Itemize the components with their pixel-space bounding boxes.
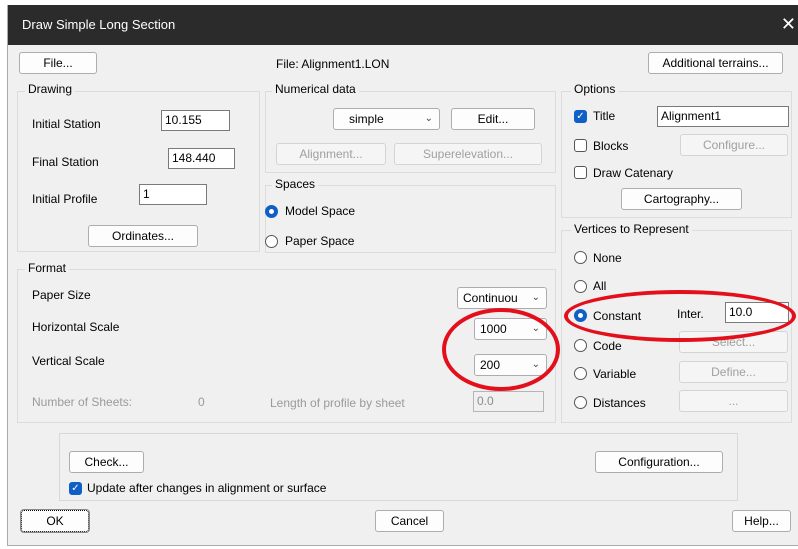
ordinates-button[interactable]: Ordinates...	[88, 225, 198, 247]
alignment-button[interactable]: Alignment...	[276, 143, 386, 165]
chevron-down-icon: ⌄	[424, 113, 433, 124]
initial-station-input[interactable]: 10.155	[161, 110, 230, 131]
update-check-label[interactable]: Update after changes in alignment or sur…	[87, 481, 326, 495]
paper-size-label: Paper Size	[32, 288, 91, 302]
initial-profile-input[interactable]: 1	[139, 184, 207, 205]
dialog: Draw Simple Long Section ✕ File... File:…	[7, 5, 798, 546]
code-radio[interactable]	[574, 339, 587, 352]
paper-space-radio[interactable]	[265, 235, 278, 248]
code-label[interactable]: Code	[593, 339, 622, 353]
variable-label[interactable]: Variable	[593, 367, 636, 381]
numerical-data-title: Numerical data	[272, 82, 359, 96]
variable-radio[interactable]	[574, 367, 587, 380]
numerical-data-select-value: simple	[349, 112, 384, 126]
superelevation-button[interactable]: Superelevation...	[394, 143, 542, 165]
none-radio[interactable]	[574, 251, 587, 264]
all-radio[interactable]	[574, 280, 587, 293]
draw-catenary-label[interactable]: Draw Catenary	[593, 166, 673, 180]
check-button[interactable]: Check...	[69, 451, 144, 473]
numerical-data-select[interactable]: simple ⌄	[333, 108, 440, 130]
blocks-checkbox[interactable]	[574, 139, 587, 152]
final-station-label: Final Station	[32, 155, 99, 169]
configure-button[interactable]: Configure...	[680, 134, 788, 156]
final-station-input[interactable]: 148.440	[168, 148, 235, 169]
format-title: Format	[25, 261, 70, 275]
paper-space-label[interactable]: Paper Space	[285, 234, 354, 248]
model-space-label[interactable]: Model Space	[285, 204, 355, 218]
ok-button[interactable]: OK	[20, 509, 90, 533]
distances-radio[interactable]	[574, 396, 587, 409]
spaces-title: Spaces	[272, 177, 319, 191]
edit-button[interactable]: Edit...	[451, 108, 535, 130]
update-checkbox[interactable]: ✓	[69, 482, 82, 495]
annotation-ellipse-constant	[564, 290, 796, 342]
options-title: Options	[571, 82, 619, 96]
distances-ellipsis-button[interactable]: ...	[679, 390, 788, 412]
help-button[interactable]: Help...	[732, 510, 791, 532]
annotation-ellipse-scales	[442, 308, 560, 391]
chevron-down-icon: ⌄	[531, 292, 540, 303]
distances-label[interactable]: Distances	[593, 396, 646, 410]
define-button[interactable]: Define...	[679, 361, 788, 383]
paper-size-select[interactable]: Continuou ⌄	[457, 287, 547, 309]
horizontal-scale-label: Horizontal Scale	[32, 320, 120, 334]
additional-terrains-button[interactable]: Additional terrains...	[648, 52, 783, 74]
title-bar: Draw Simple Long Section ✕	[8, 5, 798, 45]
file-button[interactable]: File...	[19, 52, 97, 74]
vertical-scale-label: Vertical Scale	[32, 354, 105, 368]
number-of-sheets-label: Number of Sheets:	[32, 395, 133, 409]
none-label[interactable]: None	[593, 251, 622, 265]
all-label[interactable]: All	[593, 279, 606, 293]
vertices-title: Vertices to Represent	[571, 222, 692, 236]
window-title: Draw Simple Long Section	[22, 17, 176, 32]
paper-size-value: Continuou	[463, 291, 518, 305]
blocks-label[interactable]: Blocks	[593, 139, 628, 153]
file-label: File: Alignment1.LON	[276, 57, 390, 71]
initial-profile-label: Initial Profile	[32, 192, 98, 206]
title-checkbox[interactable]: ✓	[574, 110, 587, 123]
initial-station-label: Initial Station	[32, 117, 101, 131]
cancel-button[interactable]: Cancel	[375, 510, 444, 532]
model-space-radio[interactable]	[265, 205, 278, 218]
draw-catenary-checkbox[interactable]	[574, 166, 587, 179]
number-of-sheets-value: 0	[198, 395, 205, 409]
cartography-button[interactable]: Cartography...	[621, 188, 742, 210]
configuration-button[interactable]: Configuration...	[595, 451, 723, 473]
length-of-profile-label: Length of profile by sheet	[270, 396, 405, 410]
drawing-title: Drawing	[25, 82, 76, 96]
title-input[interactable]: Alignment1	[657, 106, 789, 127]
length-of-profile-input[interactable]: 0.0	[473, 391, 544, 412]
close-icon[interactable]: ✕	[781, 14, 796, 35]
title-check-label[interactable]: Title	[593, 109, 615, 123]
